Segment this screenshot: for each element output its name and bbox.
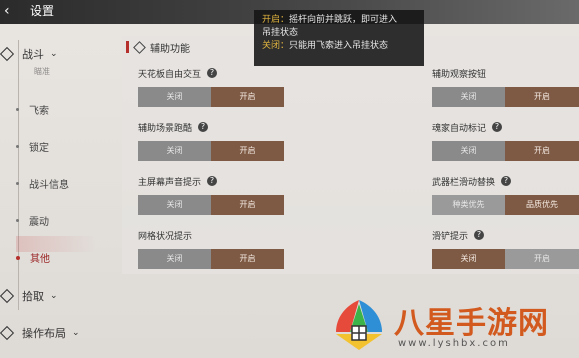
chevron-down-icon: ⌄: [50, 49, 58, 59]
watermark-url: www.lyshbx.com: [398, 338, 510, 349]
setting-assist-parkour: 辅助场景跑酷? 关闭 开启: [138, 120, 284, 161]
help-icon[interactable]: ?: [207, 176, 218, 186]
setting-weapon-swap: 武器栏滑动替换? 种类优先 品质优先: [432, 174, 579, 215]
tooltip: 开启：摇杆向前并跳跃，即可进入 吊挂状态 关闭：只能用飞索进入吊挂状态: [254, 10, 424, 66]
bullet-icon: [16, 182, 19, 185]
toggle-on-button[interactable]: 开启: [505, 87, 579, 107]
setting-observe-button: 辅助观察按钮 关闭 开启: [432, 66, 579, 107]
toggle-off-button[interactable]: 关闭: [432, 141, 505, 161]
sidebar-item-grapple[interactable]: 飞索: [16, 102, 49, 117]
sidebar-item-vibration[interactable]: 震动: [16, 213, 49, 228]
toggle-on-button[interactable]: 开启: [211, 249, 284, 269]
section-label: 拾取: [22, 290, 44, 303]
bullet-icon: [16, 108, 19, 111]
page-title: 设置: [30, 4, 55, 18]
sidebar-item-other[interactable]: 其他: [16, 250, 50, 265]
panel-title: 辅助功能: [150, 43, 190, 55]
bullet-icon: [16, 219, 19, 222]
toggle-on-button[interactable]: 开启: [211, 141, 284, 161]
section-label: 操作布局: [22, 327, 66, 340]
type-priority-button[interactable]: 种类优先: [432, 195, 505, 215]
setting-network-hint: 网格状况提示 关闭 开启: [138, 228, 284, 269]
chevron-down-icon: ⌄: [72, 328, 80, 338]
help-icon[interactable]: ?: [207, 68, 218, 78]
toggle-off-button[interactable]: 关闭: [138, 195, 211, 215]
toggle-off-button[interactable]: 关闭: [138, 249, 211, 269]
diamond-icon: [0, 325, 15, 341]
sidebar-item-combat-info[interactable]: 战斗信息: [16, 176, 69, 191]
quality-priority-button[interactable]: 品质优先: [505, 195, 579, 215]
setting-auto-mark: 魂家自动标记? 关闭 开启: [432, 120, 579, 161]
section-label: 战斗: [22, 48, 44, 61]
help-icon[interactable]: ?: [198, 122, 209, 132]
bullet-icon: [16, 145, 19, 148]
sidebar-item-lock[interactable]: 锁定: [16, 139, 49, 154]
diamond-icon: [133, 40, 146, 54]
sidebar-item-cut[interactable]: 瞄准: [34, 66, 50, 77]
toggle-on-button[interactable]: 开启: [505, 249, 579, 269]
toggle-off-button[interactable]: 关闭: [432, 249, 505, 269]
setting-sound-hint: 主屏幕声音提示? 关闭 开启: [138, 174, 284, 215]
toggle-on-button[interactable]: 开启: [211, 195, 284, 215]
sidebar-section-combat[interactable]: 战斗 ⌄: [0, 46, 58, 62]
sidebar-divider: [18, 40, 19, 310]
bullet-icon: [16, 255, 20, 260]
diamond-icon: [0, 46, 15, 62]
toggle-off-button[interactable]: 关闭: [138, 141, 211, 161]
section-marker: [126, 41, 129, 53]
chevron-down-icon: ⌄: [50, 291, 58, 301]
toggle-off-button[interactable]: 关闭: [138, 87, 211, 107]
setting-ceiling-interaction: 天花板自由交互? 关闭 开启: [138, 66, 284, 107]
sidebar-section-layout[interactable]: 操作布局 ⌄: [0, 325, 80, 341]
help-icon[interactable]: ?: [501, 176, 512, 186]
back-arrow-icon[interactable]: ‹: [4, 2, 22, 20]
setting-slide-hint: 滑铲提示? 关闭 开启: [432, 228, 579, 269]
watermark-logo-icon: [336, 300, 382, 350]
watermark-brand: 八星手游网: [394, 306, 549, 341]
toggle-on-button[interactable]: 开启: [211, 87, 284, 107]
toggle-on-button[interactable]: 开启: [505, 141, 579, 161]
help-icon[interactable]: ?: [492, 122, 503, 132]
toggle-off-button[interactable]: 关闭: [432, 87, 505, 107]
help-icon[interactable]: ?: [474, 230, 485, 240]
diamond-icon: [0, 288, 15, 304]
sidebar-section-pickup[interactable]: 拾取 ⌄: [0, 288, 58, 304]
